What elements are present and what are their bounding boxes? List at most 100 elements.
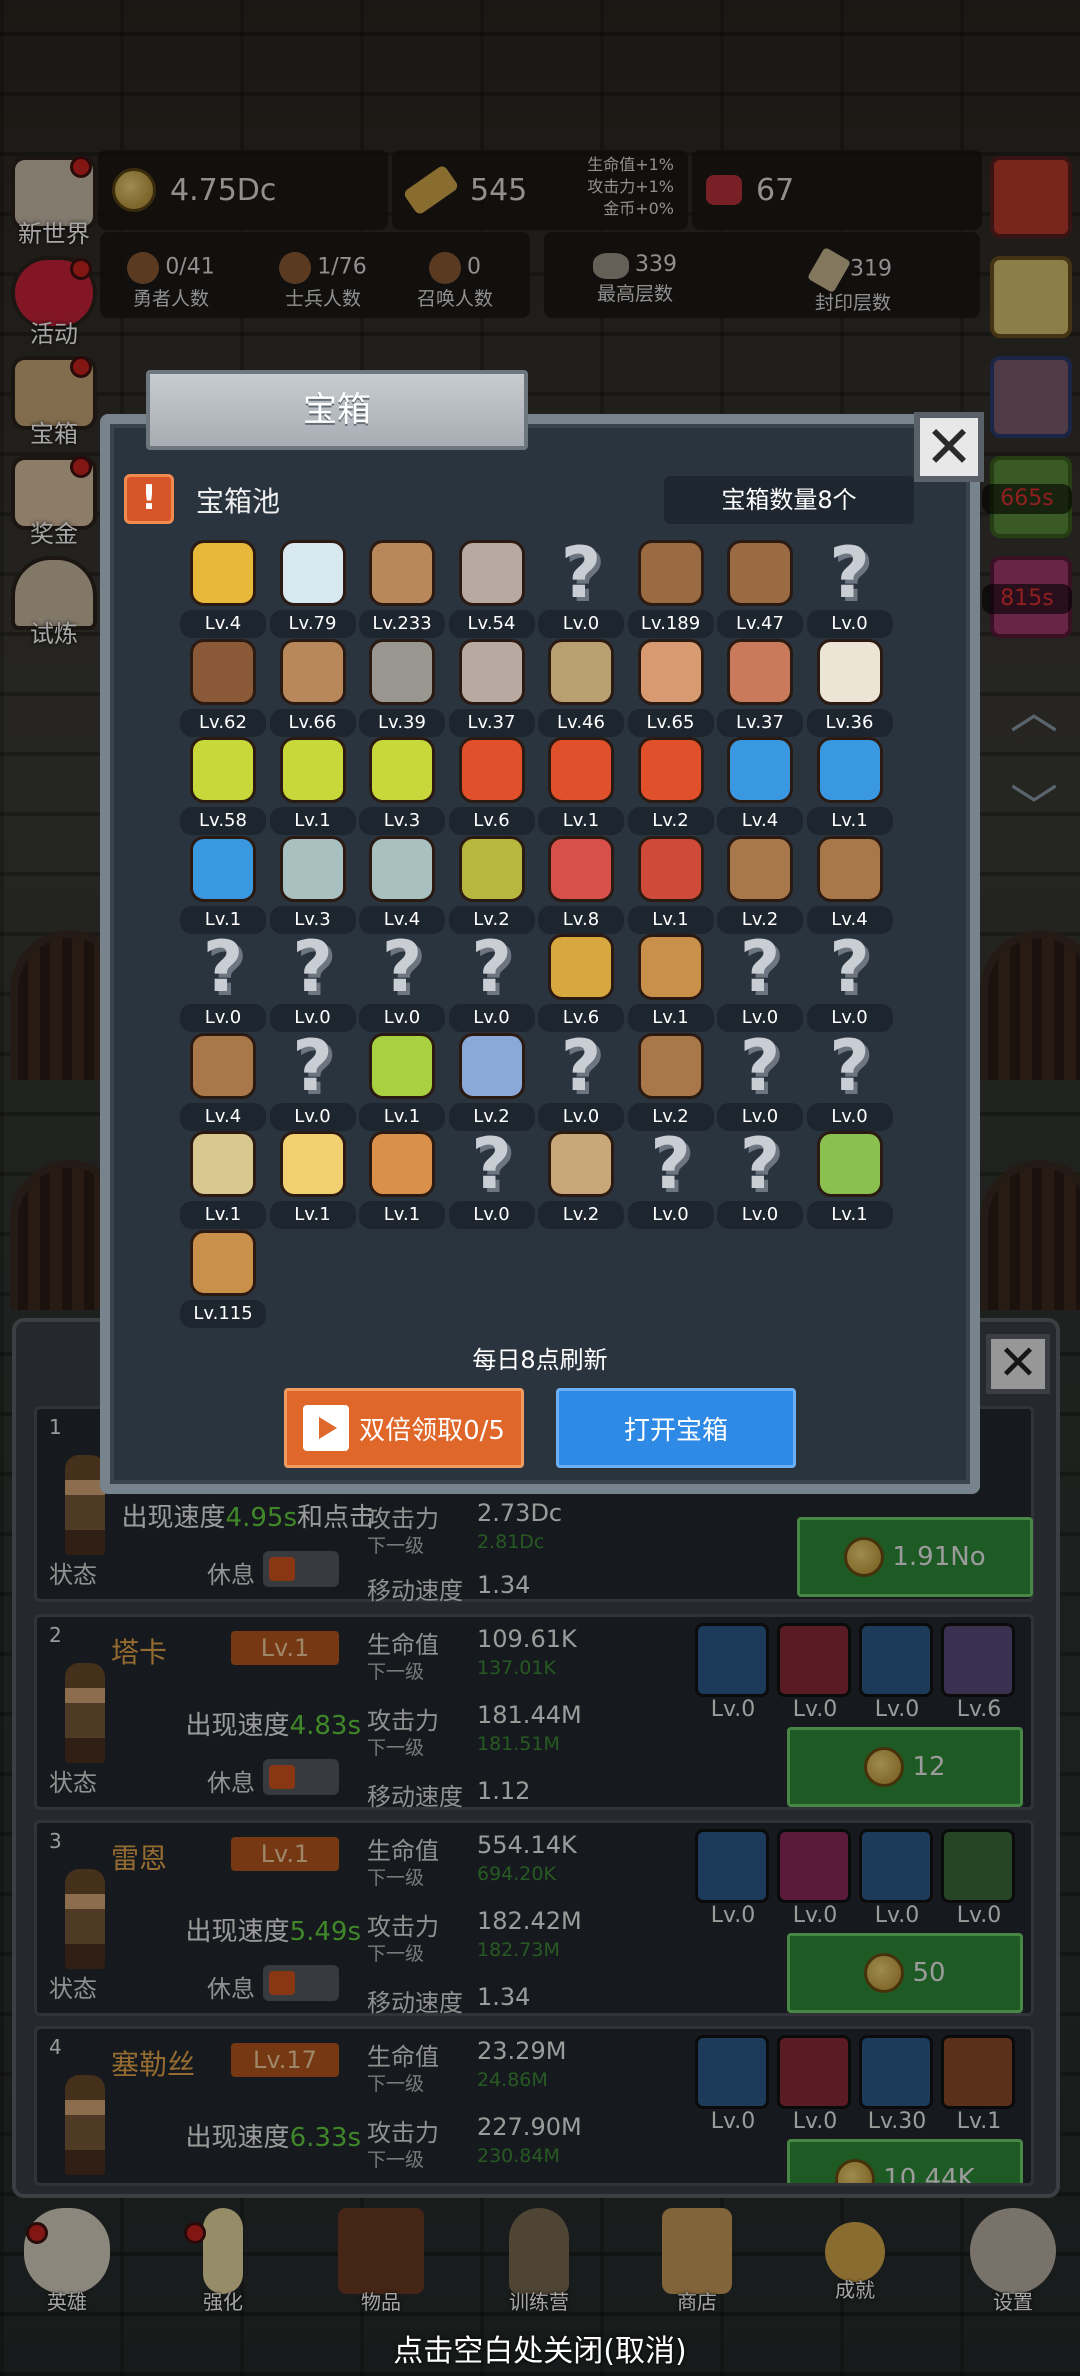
item-slot[interactable]: Lv.3 [269,834,356,934]
item-slot[interactable]: Lv.1 [359,1031,445,1131]
item-level: Lv.0 [359,1004,445,1032]
vial-icon [369,835,435,902]
item-slot[interactable]: ? Lv.0 [806,1024,893,1131]
close-hint[interactable]: 点击空白处关闭(取消) [0,2326,1080,2370]
item-slot[interactable]: Lv.4 [359,834,445,934]
item-slot[interactable]: Lv.79 [269,538,356,638]
item-slot[interactable]: ? Lv.0 [448,1129,535,1229]
item-slot[interactable]: Lv.1 [359,1129,445,1229]
leather-armor-icon [637,540,704,606]
item-slot[interactable]: Lv.39 [359,637,445,737]
item-slot[interactable]: Lv.2 [448,1031,535,1131]
unknown-icon: ? [381,926,423,1008]
item-slot[interactable]: Lv.47 [717,538,803,638]
item-slot[interactable]: Lv.189 [627,538,714,638]
item-slot[interactable]: Lv.1 [180,834,266,934]
item-slot[interactable]: ? Lv.0 [717,1031,803,1131]
chest-modal-close-icon[interactable]: ✕ [914,412,984,482]
item-slot[interactable]: Lv.1 [269,735,356,835]
open-chest-button[interactable]: 打开宝箱 [556,1388,796,1468]
item-slot[interactable]: Lv.1 [180,1129,266,1229]
beer-mug-icon [190,1229,256,1296]
item-slot[interactable]: Lv.1 [269,1129,356,1229]
unknown-icon: ? [292,926,333,1008]
item-slot[interactable]: ? Lv.0 [806,538,893,638]
item-slot[interactable]: ? Lv.0 [269,1024,356,1131]
item-slot[interactable]: ? Lv.0 [538,1031,624,1131]
item-slot[interactable]: Lv.2 [627,735,714,835]
item-slot[interactable]: Lv.2 [448,834,535,934]
item-level: Lv.233 [359,610,445,638]
unknown-icon: ? [829,1024,870,1107]
item-level: Lv.47 [717,610,803,638]
refresh-note: 每日8点刷新 [472,1346,608,1374]
item-level: Lv.0 [448,1201,535,1229]
iron-sword-icon [458,540,525,606]
item-slot[interactable]: Lv.233 [359,538,445,638]
item-slot[interactable]: Lv.4 [806,834,893,934]
item-level: Lv.62 [180,708,266,737]
item-slot[interactable]: Lv.2 [627,1031,714,1131]
item-slot[interactable]: ? Lv.0 [359,932,445,1032]
item-slot[interactable]: ? Lv.0 [717,932,803,1032]
potion-red-icon [458,737,525,803]
item-slot[interactable]: Lv.1 [538,735,624,835]
green-wand-icon [816,1131,883,1197]
item-slot[interactable]: Lv.36 [806,637,893,737]
item-slot[interactable]: ? Lv.0 [717,1129,803,1229]
item-slot[interactable]: Lv.8 [538,834,624,934]
potion-red-icon [637,737,704,803]
item-slot[interactable]: ? Lv.0 [448,932,535,1032]
item-slot[interactable]: Lv.6 [538,932,624,1032]
item-slot[interactable]: ? Lv.0 [538,538,624,638]
item-slot[interactable]: Lv.2 [717,834,803,934]
item-level: Lv.0 [806,1102,893,1131]
item-slot[interactable]: Lv.1 [806,735,893,835]
item-slot[interactable]: Lv.3 [359,735,445,835]
club-icon [190,1131,256,1197]
item-slot[interactable]: Lv.2 [538,1129,624,1229]
dagger-icon [279,638,346,705]
item-level: Lv.0 [717,1201,803,1229]
item-slot[interactable]: ? Lv.0 [806,932,893,1032]
item-slot[interactable]: Lv.54 [448,538,535,638]
blue-wand-icon [458,1032,525,1099]
item-level: Lv.2 [627,807,714,835]
item-slot[interactable]: Lv.115 [180,1228,266,1328]
item-level: Lv.0 [806,610,893,638]
item-slot[interactable]: Lv.66 [269,637,356,737]
double-claim-label: 双倍领取0/5 [359,1415,505,1446]
item-slot[interactable]: Lv.4 [180,538,266,638]
item-slot[interactable]: Lv.4 [717,735,803,835]
item-level: Lv.36 [806,708,893,737]
unknown-icon: ? [560,1024,602,1107]
alert-icon: ! [124,474,174,524]
item-slot[interactable]: Lv.4 [180,1031,266,1131]
fire-staff-icon [637,934,704,1000]
item-slot[interactable]: Lv.37 [717,637,803,737]
potion-yellow-icon [369,737,435,803]
unknown-icon: ? [292,1024,333,1107]
item-slot[interactable]: ? Lv.0 [269,926,356,1032]
item-slot[interactable]: Lv.37 [448,637,535,737]
item-slot[interactable]: Lv.6 [448,735,535,835]
item-slot[interactable]: Lv.1 [627,932,714,1032]
item-slot[interactable]: Lv.1 [627,834,714,934]
item-level: Lv.0 [538,610,624,638]
item-slot[interactable]: Lv.58 [180,735,266,835]
torch-icon [548,934,614,1000]
item-slot[interactable]: ? Lv.0 [180,932,266,1032]
item-level: Lv.6 [448,807,535,835]
item-slot[interactable]: Lv.46 [538,637,624,737]
double-claim-button[interactable]: 双倍领取0/5 [284,1388,524,1468]
item-slot[interactable]: Lv.62 [180,637,266,737]
pie-icon [369,1131,435,1197]
diamond-icon [279,540,346,606]
open-chest-label: 打开宝箱 [623,1415,728,1446]
item-slot[interactable]: Lv.1 [806,1129,893,1229]
item-slot[interactable]: ? Lv.0 [627,1129,714,1229]
item-slot[interactable]: Lv.65 [627,637,714,737]
item-level: Lv.2 [538,1201,624,1229]
bow-icon [548,1131,614,1197]
item-level: Lv.4 [180,610,266,638]
